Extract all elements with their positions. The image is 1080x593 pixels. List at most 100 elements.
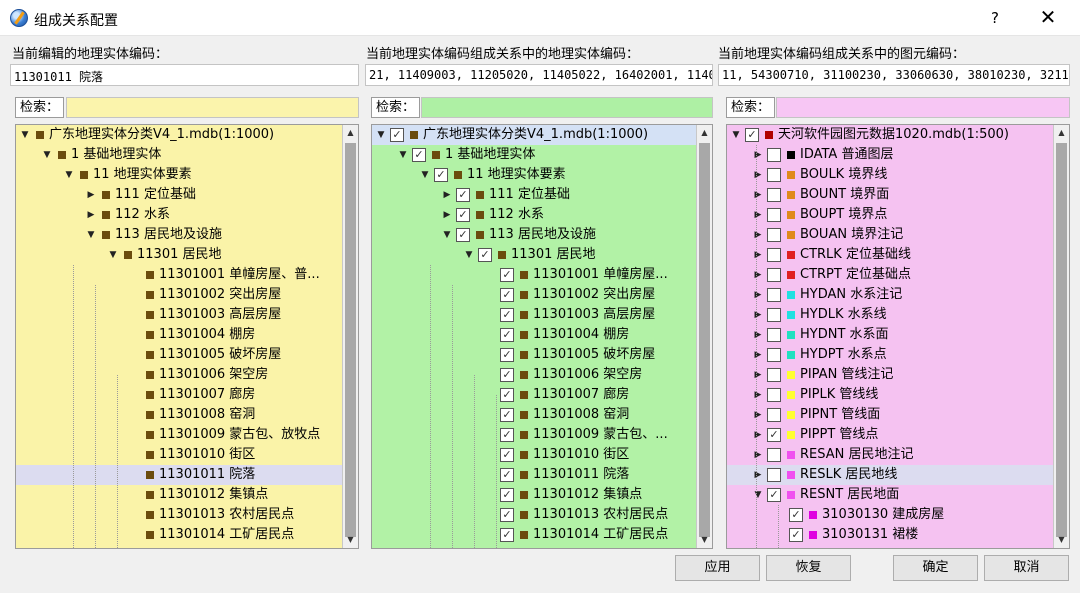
collapse-arrow-icon[interactable]: ▶ bbox=[751, 185, 765, 205]
tree-row[interactable]: ▶ ✓ 111 定位基础 bbox=[372, 185, 696, 205]
tree-row[interactable]: 11301009 蒙古包、放牧点 bbox=[16, 425, 342, 445]
scroll-up-arrow-icon[interactable]: ▲ bbox=[343, 125, 358, 141]
tree-row[interactable]: ▶ 111 定位基础 bbox=[16, 185, 342, 205]
search-input-entity[interactable] bbox=[66, 97, 359, 118]
scroll-down-arrow-icon[interactable]: ▼ bbox=[1054, 532, 1069, 548]
unchecked-checkbox[interactable] bbox=[767, 328, 781, 342]
scroll-thumb[interactable] bbox=[345, 143, 356, 537]
tree-row[interactable]: ✓ 11301007 廊房 bbox=[372, 385, 696, 405]
tree-row[interactable]: 11301013 农村居民点 bbox=[16, 505, 342, 525]
tree-row[interactable]: ▼ ✓ 天河软件园图元数据1020.mdb(1:500) bbox=[727, 125, 1053, 145]
feature-layer-tree[interactable]: ▼ ✓ 天河软件园图元数据1020.mdb(1:500) ▶ IDATA 普通图层 ▶ BO… bbox=[726, 124, 1070, 549]
collapse-arrow-icon[interactable]: ▶ bbox=[751, 225, 765, 245]
tree-row[interactable]: ▶ CTRLK 定位基础线 bbox=[727, 245, 1053, 265]
tree-row[interactable]: ▶ IDATA 普通图层 bbox=[727, 145, 1053, 165]
search-input-feature[interactable] bbox=[776, 97, 1070, 118]
unchecked-checkbox[interactable] bbox=[767, 468, 781, 482]
vertical-scrollbar[interactable]: ▲ ▼ bbox=[342, 125, 358, 548]
checked-checkbox[interactable]: ✓ bbox=[500, 308, 514, 322]
collapse-arrow-icon[interactable]: ▶ bbox=[751, 425, 765, 445]
expand-arrow-icon[interactable]: ▼ bbox=[418, 165, 432, 185]
search-input-composed[interactable] bbox=[421, 97, 713, 118]
help-button[interactable]: ? bbox=[982, 6, 1008, 30]
tree-row[interactable]: ✓ 11301009 蒙古包、... bbox=[372, 425, 696, 445]
unchecked-checkbox[interactable] bbox=[767, 168, 781, 182]
tree-row[interactable]: ▶ RESLK 居民地线 bbox=[727, 465, 1053, 485]
checked-checkbox[interactable]: ✓ bbox=[767, 488, 781, 502]
checked-checkbox[interactable]: ✓ bbox=[500, 368, 514, 382]
tree-row[interactable]: ✓ 11301005 破坏房屋 bbox=[372, 345, 696, 365]
tree-row[interactable]: 11301002 突出房屋 bbox=[16, 285, 342, 305]
tree-row[interactable]: ▼ 1 基础地理实体 bbox=[16, 145, 342, 165]
checked-checkbox[interactable]: ✓ bbox=[500, 528, 514, 542]
tree-row[interactable]: 11301005 破坏房屋 bbox=[16, 345, 342, 365]
tree-row[interactable]: ▶ HYDAN 水系注记 bbox=[727, 285, 1053, 305]
tree-row[interactable]: 11301001 单幢房屋、普... bbox=[16, 265, 342, 285]
current-entity-code-field[interactable]: 11301011 院落 bbox=[10, 64, 359, 86]
expand-arrow-icon[interactable]: ▼ bbox=[751, 485, 765, 505]
tree-row[interactable]: ✓ 31030130 建成房屋 bbox=[727, 505, 1053, 525]
tree-row[interactable]: 11301007 廊房 bbox=[16, 385, 342, 405]
vertical-scrollbar[interactable]: ▲ ▼ bbox=[1053, 125, 1069, 548]
tree-row[interactable]: ▶ HYDLK 水系线 bbox=[727, 305, 1053, 325]
checked-checkbox[interactable]: ✓ bbox=[478, 248, 492, 262]
unchecked-checkbox[interactable] bbox=[767, 408, 781, 422]
collapse-arrow-icon[interactable]: ▶ bbox=[751, 405, 765, 425]
checked-checkbox[interactable]: ✓ bbox=[412, 148, 426, 162]
expand-arrow-icon[interactable]: ▼ bbox=[440, 225, 454, 245]
checked-checkbox[interactable]: ✓ bbox=[500, 408, 514, 422]
collapse-arrow-icon[interactable]: ▶ bbox=[440, 205, 454, 225]
expand-arrow-icon[interactable]: ▼ bbox=[729, 125, 743, 145]
tree-row[interactable]: ✓ 11301003 高层房屋 bbox=[372, 305, 696, 325]
tree-row[interactable]: ▼ ✓ 广东地理实体分类V4_1.mdb(1:1000) bbox=[372, 125, 696, 145]
checked-checkbox[interactable]: ✓ bbox=[500, 448, 514, 462]
expand-arrow-icon[interactable]: ▼ bbox=[106, 245, 120, 265]
tree-row[interactable]: ▶ RESAN 居民地注记 bbox=[727, 445, 1053, 465]
feature-codes-field[interactable]: 11, 54300710, 31100230, 33060630, 380102… bbox=[718, 64, 1070, 86]
tree-row[interactable]: ▼ ✓ 11 地理实体要素 bbox=[372, 165, 696, 185]
collapse-arrow-icon[interactable]: ▶ bbox=[751, 325, 765, 345]
collapse-arrow-icon[interactable]: ▶ bbox=[751, 445, 765, 465]
expand-arrow-icon[interactable]: ▼ bbox=[62, 165, 76, 185]
tree-row[interactable]: ▶ ✓ PIPPT 管线点 bbox=[727, 425, 1053, 445]
tree-row[interactable]: ✓ 11301001 单幢房屋... bbox=[372, 265, 696, 285]
checked-checkbox[interactable]: ✓ bbox=[500, 288, 514, 302]
tree-row[interactable]: ▶ 112 水系 bbox=[16, 205, 342, 225]
tree-row[interactable]: ▼ ✓ 11301 居民地 bbox=[372, 245, 696, 265]
tree-row[interactable]: ✓ 31030131 裙楼 bbox=[727, 525, 1053, 545]
collapse-arrow-icon[interactable]: ▶ bbox=[751, 285, 765, 305]
tree-row[interactable]: ▼ ✓ 1 基础地理实体 bbox=[372, 145, 696, 165]
checked-checkbox[interactable]: ✓ bbox=[500, 488, 514, 502]
unchecked-checkbox[interactable] bbox=[767, 208, 781, 222]
scroll-thumb[interactable] bbox=[1056, 143, 1067, 537]
collapse-arrow-icon[interactable]: ▶ bbox=[751, 305, 765, 325]
tree-row[interactable]: ▶ HYDPT 水系点 bbox=[727, 345, 1053, 365]
unchecked-checkbox[interactable] bbox=[767, 348, 781, 362]
tree-row[interactable]: ✓ 11301012 集镇点 bbox=[372, 485, 696, 505]
checked-checkbox[interactable]: ✓ bbox=[789, 528, 803, 542]
tree-row[interactable]: ✓ 11301011 院落 bbox=[372, 465, 696, 485]
checked-checkbox[interactable]: ✓ bbox=[500, 468, 514, 482]
tree-row[interactable]: ✓ 11301004 棚房 bbox=[372, 325, 696, 345]
checked-checkbox[interactable]: ✓ bbox=[500, 508, 514, 522]
tree-row[interactable]: 11301008 窑洞 bbox=[16, 405, 342, 425]
restore-button[interactable]: 恢复 bbox=[766, 555, 851, 581]
unchecked-checkbox[interactable] bbox=[767, 368, 781, 382]
tree-row[interactable]: ▶ ✓ 112 水系 bbox=[372, 205, 696, 225]
checked-checkbox[interactable]: ✓ bbox=[500, 328, 514, 342]
checked-checkbox[interactable]: ✓ bbox=[456, 208, 470, 222]
tree-row[interactable]: 11301014 工矿居民点 bbox=[16, 525, 342, 545]
tree-row[interactable]: ▼ 11301 居民地 bbox=[16, 245, 342, 265]
expand-arrow-icon[interactable]: ▼ bbox=[40, 145, 54, 165]
scroll-thumb[interactable] bbox=[699, 143, 710, 537]
collapse-arrow-icon[interactable]: ▶ bbox=[751, 365, 765, 385]
tree-row[interactable]: 11301003 高层房屋 bbox=[16, 305, 342, 325]
entity-classification-tree[interactable]: ▼ 广东地理实体分类V4_1.mdb(1:1000) ▼ 1 基础地理实体 ▼ 11 地理… bbox=[15, 124, 359, 549]
collapse-arrow-icon[interactable]: ▶ bbox=[84, 185, 98, 205]
checked-checkbox[interactable]: ✓ bbox=[500, 268, 514, 282]
tree-row[interactable]: 11301006 架空房 bbox=[16, 365, 342, 385]
tree-row[interactable]: ▶ PIPNT 管线面 bbox=[727, 405, 1053, 425]
apply-button[interactable]: 应用 bbox=[675, 555, 760, 581]
collapse-arrow-icon[interactable]: ▶ bbox=[751, 265, 765, 285]
vertical-scrollbar[interactable]: ▲ ▼ bbox=[696, 125, 712, 548]
